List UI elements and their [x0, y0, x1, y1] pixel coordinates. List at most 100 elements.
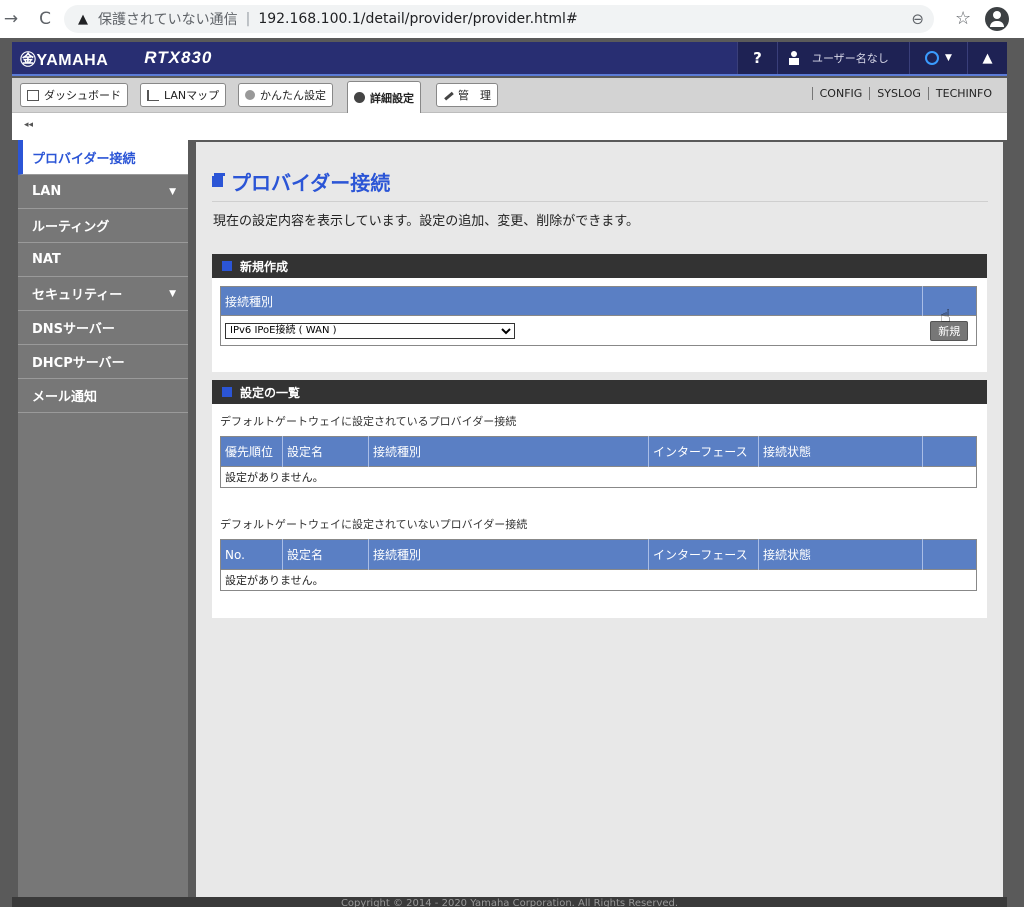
connection-type-select[interactable]: IPv6 IPoE接続 ( WAN )	[225, 322, 515, 339]
collapse-sidebar-icon[interactable]: ◂◂	[24, 120, 33, 130]
column-setting-name: 設定名	[282, 436, 369, 467]
column-connection-type: 接続種別	[220, 286, 923, 316]
non-default-caption: デフォルトゲートウェイに設定されていないプロバイダー接続	[220, 518, 528, 531]
column-connection-type: 接続種別	[368, 436, 649, 467]
bookmark-star-icon[interactable]: ☆	[955, 8, 971, 29]
tab-lan-map[interactable]: LANマップ	[140, 83, 227, 107]
section-marker-icon	[222, 387, 232, 397]
header-tools: ? ユーザー名なし ▼ ▲	[737, 42, 1007, 74]
column-priority: 優先順位	[220, 436, 283, 467]
chevron-down-icon: ▼	[169, 288, 176, 299]
table-header-row: 接続種別	[220, 286, 977, 316]
status-dropdown[interactable]: ▼	[909, 42, 967, 74]
table-row: 設定がありません。	[220, 466, 977, 488]
column-connection-type: 接続種別	[368, 539, 649, 570]
sidebar: プロバイダー接続 LAN ▼ ルーティング NAT セキュリティー ▼ DNSサ…	[18, 140, 188, 897]
sidebar-item-lan[interactable]: LAN ▼	[18, 175, 188, 209]
title-icon	[212, 173, 225, 187]
empty-message: 設定がありません。	[220, 569, 977, 591]
sub-bar: ◂◂	[12, 113, 1007, 140]
model-name: RTX830	[144, 48, 213, 67]
zoom-icon[interactable]: ⊖	[911, 10, 924, 28]
sidebar-item-label: NAT	[32, 252, 61, 267]
list-section-header: 設定の一覧	[212, 380, 987, 404]
list-section-title: 設定の一覧	[240, 385, 301, 400]
table-row: 設定がありません。	[220, 569, 977, 591]
page-heading: プロバイダー接続	[231, 171, 391, 195]
wand-icon	[245, 90, 255, 100]
column-interface: インターフェース	[648, 539, 759, 570]
lan-map-icon	[147, 89, 159, 101]
column-number: No.	[220, 539, 283, 570]
sidebar-item-provider[interactable]: プロバイダー接続	[18, 140, 188, 175]
column-interface: インターフェース	[648, 436, 759, 467]
tab-label: かんたん設定	[260, 89, 326, 102]
new-section-title: 新規作成	[240, 259, 289, 274]
sidebar-item-dns[interactable]: DNSサーバー	[18, 311, 188, 345]
tab-label: ダッシュボード	[44, 89, 121, 102]
wrench-icon	[442, 89, 454, 101]
sidebar-item-label: DHCPサーバー	[32, 356, 125, 371]
separator: |	[245, 11, 251, 27]
reload-icon[interactable]: C	[34, 9, 56, 29]
sidebar-item-label: プロバイダー接続	[32, 151, 136, 167]
page-title: プロバイダー接続	[212, 162, 988, 202]
notification-bell-icon[interactable]: ▲	[967, 42, 1007, 74]
gear-icon	[354, 92, 365, 103]
sidebar-item-label: メール通知	[32, 390, 98, 405]
new-section-header: 新規作成	[212, 254, 987, 278]
column-setting-name: 設定名	[282, 539, 369, 570]
page-description: 現在の設定内容を表示しています。設定の追加、変更、削除ができます。	[213, 214, 640, 229]
dashboard-icon	[27, 89, 39, 101]
column-action	[922, 436, 977, 467]
config-link[interactable]: CONFIG	[811, 87, 870, 100]
column-connection-status: 接続状態	[758, 436, 923, 467]
tab-advanced-settings[interactable]: 詳細設定	[347, 81, 421, 113]
tab-label: 詳細設定	[370, 91, 414, 105]
type-select-cell: IPv6 IPoE接続 ( WAN )	[220, 315, 923, 346]
new-connection-table: 接続種別 IPv6 IPoE接続 ( WAN ) 新規	[220, 286, 977, 346]
sidebar-item-security[interactable]: セキュリティー ▼	[18, 277, 188, 311]
empty-message: 設定がありません。	[220, 466, 977, 488]
user-icon	[788, 51, 800, 65]
table-header-row: 優先順位 設定名 接続種別 インターフェース 接続状態	[220, 436, 977, 467]
url-text: 192.168.100.1/detail/provider/provider.h…	[258, 11, 578, 27]
techinfo-link[interactable]: TECHINFO	[927, 87, 999, 100]
default-gateway-table: 優先順位 設定名 接続種別 インターフェース 接続状態 設定がありません。	[220, 436, 977, 488]
sidebar-item-dhcp[interactable]: DHCPサーバー	[18, 345, 188, 379]
main-content: プロバイダー接続 現在の設定内容を表示しています。設定の追加、変更、削除ができま…	[196, 142, 1003, 897]
tab-label: LANマップ	[164, 89, 220, 102]
sidebar-item-routing[interactable]: ルーティング	[18, 209, 188, 243]
table-header-row: No. 設定名 接続種別 インターフェース 接続状態	[220, 539, 977, 570]
utility-links: CONFIG SYSLOG TECHINFO	[811, 87, 999, 100]
sidebar-item-nat[interactable]: NAT	[18, 243, 188, 277]
user-menu[interactable]: ユーザー名なし	[777, 42, 909, 74]
chevron-down-icon: ▼	[169, 186, 176, 197]
tab-label: 管 理	[458, 89, 491, 102]
new-section-panel: 新規作成 接続種別 IPv6 IPoE接続 ( WAN ) 新規 ☝	[212, 254, 987, 372]
footer-copyright: Copyright © 2014 - 2020 Yamaha Corporati…	[12, 897, 1007, 907]
sidebar-item-mail[interactable]: メール通知	[18, 379, 188, 413]
app-header: ㊎YAMAHA RTX830 ? ユーザー名なし ▼ ▲	[12, 42, 1007, 76]
list-section-panel: 設定の一覧 デフォルトゲートウェイに設定されているプロバイダー接続 優先順位 設…	[212, 380, 987, 618]
sidebar-item-label: LAN	[32, 184, 62, 199]
help-button[interactable]: ?	[737, 42, 777, 74]
section-marker-icon	[222, 261, 232, 271]
warning-icon[interactable]: ▲	[78, 12, 88, 27]
column-action	[922, 539, 977, 570]
syslog-link[interactable]: SYSLOG	[869, 87, 928, 100]
tab-management[interactable]: 管 理	[436, 83, 498, 107]
chevron-down-icon: ▼	[945, 53, 952, 63]
forward-icon[interactable]: →	[0, 9, 22, 29]
column-connection-status: 接続状態	[758, 539, 923, 570]
default-gateway-caption: デフォルトゲートウェイに設定されているプロバイダー接続	[220, 415, 517, 428]
yamaha-logo: ㊎YAMAHA	[20, 52, 109, 69]
address-bar[interactable]: ▲ 保護されていない通信 | 192.168.100.1/detail/prov…	[64, 5, 934, 33]
profile-icon[interactable]	[985, 7, 1009, 31]
main-menu: ダッシュボード LANマップ かんたん設定 詳細設定 管 理 CONFIG SY…	[12, 78, 1007, 113]
sidebar-item-label: ルーティング	[32, 220, 110, 235]
insecure-label: 保護されていない通信	[98, 12, 238, 28]
non-default-gateway-table: No. 設定名 接続種別 インターフェース 接続状態 設定がありません。	[220, 539, 977, 591]
tab-easy-setup[interactable]: かんたん設定	[238, 83, 333, 107]
tab-dashboard[interactable]: ダッシュボード	[20, 83, 128, 107]
